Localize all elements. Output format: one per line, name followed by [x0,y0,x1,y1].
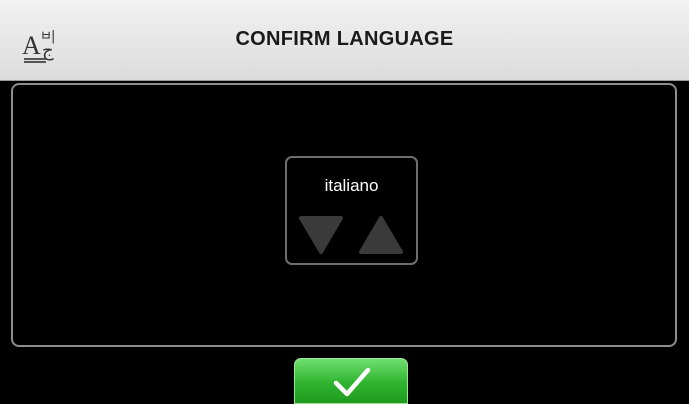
confirm-button[interactable] [294,358,408,404]
checkmark-icon [333,367,371,397]
current-language-label: italiano [324,176,379,195]
page-title: CONFIRM LANGUAGE [235,28,454,50]
triangle-up-icon[interactable] [357,214,405,256]
header-bar: A ㅂ | ج CONFIRM LANGUAGE [0,0,689,81]
language-selector: italiano [285,156,418,265]
triangle-down-icon[interactable] [297,214,345,256]
